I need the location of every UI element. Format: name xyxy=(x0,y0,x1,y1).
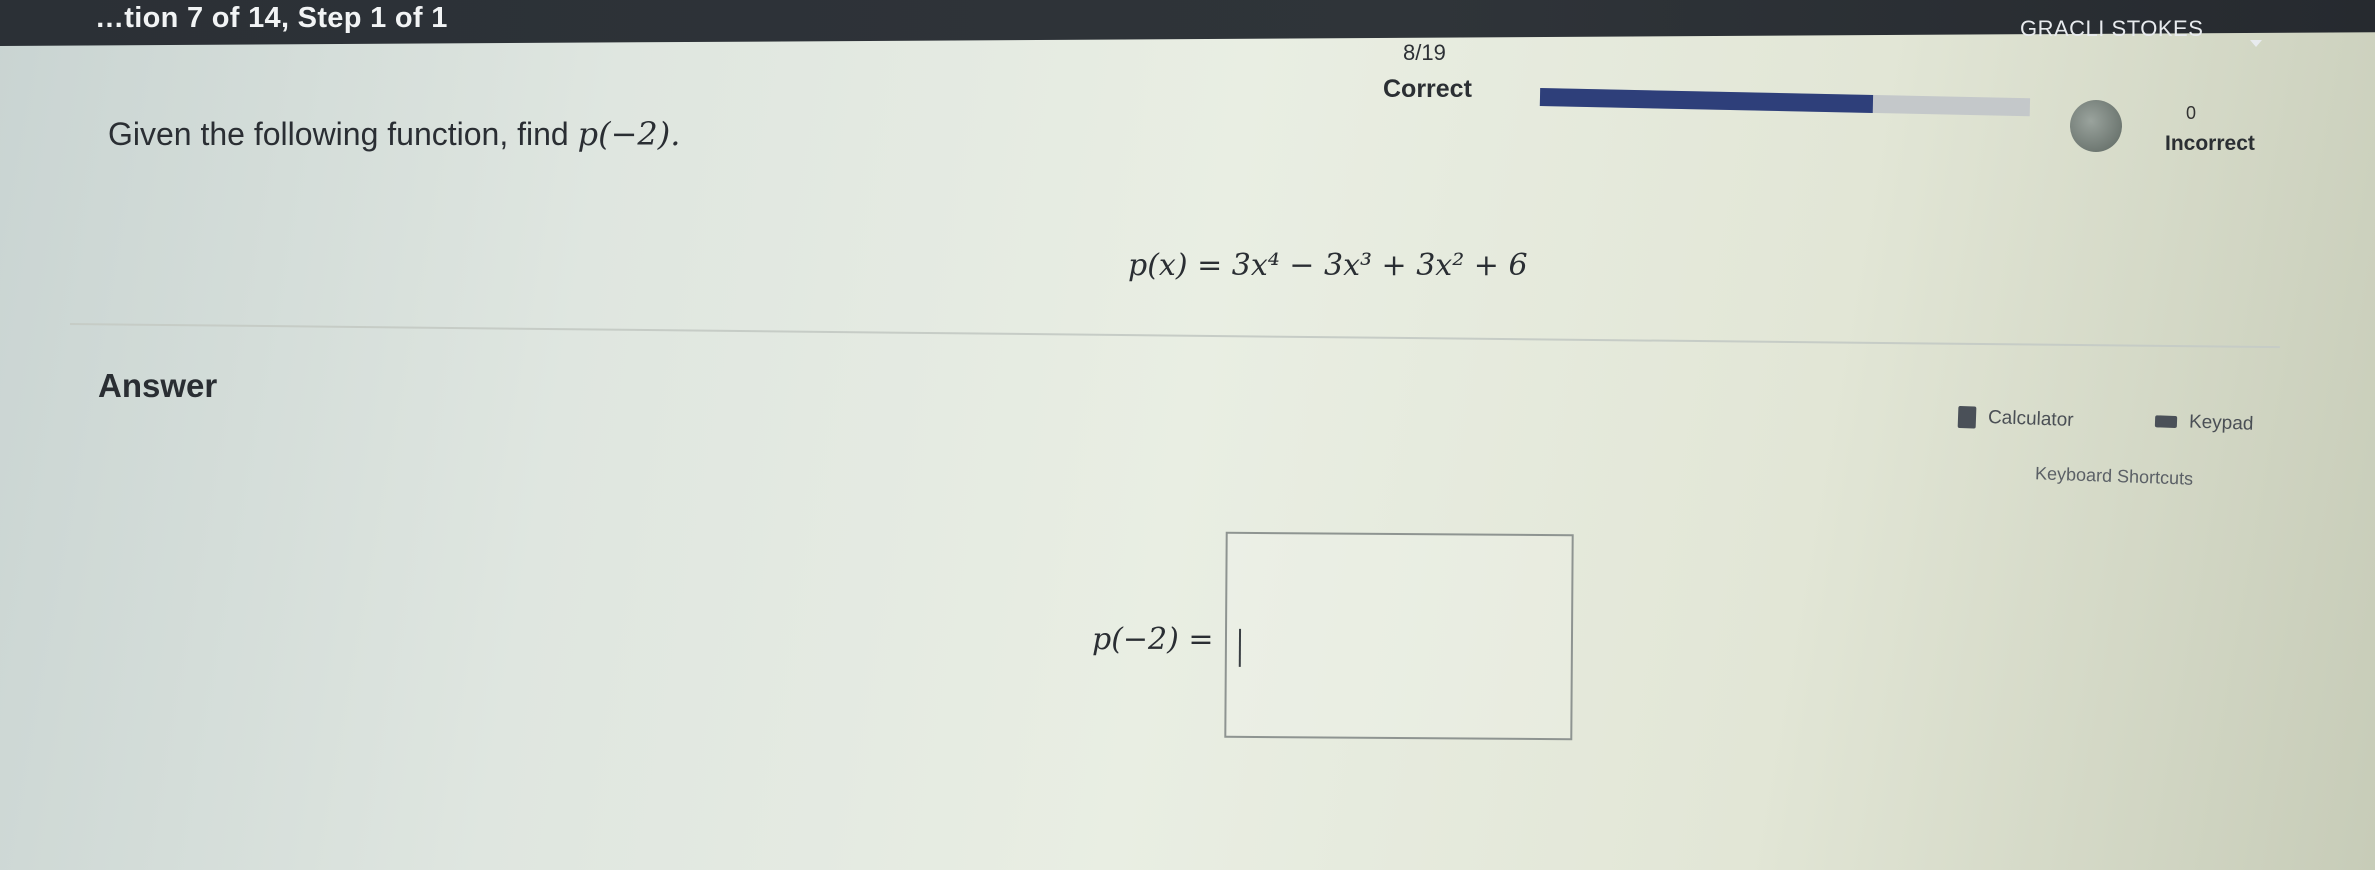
progress-count: 8/19 xyxy=(1403,40,1446,65)
keyboard-icon xyxy=(2154,415,2178,429)
question-step-title: …tion 7 of 14, Step 1 of 1 xyxy=(95,2,448,34)
text-caret xyxy=(1238,628,1242,667)
calculator-button[interactable]: Calculator xyxy=(1957,405,2074,432)
calculator-icon xyxy=(1957,405,1977,429)
incorrect-indicator-icon xyxy=(2070,100,2122,152)
progress-bar xyxy=(1539,88,2031,117)
question-prompt-math: p(−2). xyxy=(577,115,681,153)
function-definition: p(x) = 3x⁴ − 3x³ + 3x² + 6 xyxy=(1128,248,1528,283)
incorrect-label: Incorrect xyxy=(2165,132,2255,155)
question-prompt: Given the following function, find p(−2)… xyxy=(108,115,680,153)
correct-label: Correct xyxy=(1383,75,1472,103)
incorrect-count: 0 xyxy=(2186,103,2197,123)
calculator-label: Calculator xyxy=(1987,407,2074,432)
keyboard-shortcuts-link[interactable]: Keyboard Shortcuts xyxy=(2035,463,2194,490)
keypad-label: Keypad xyxy=(2188,411,2254,435)
keypad-button[interactable]: Keypad xyxy=(2154,410,2254,435)
progress-bar-fill xyxy=(1539,88,1874,113)
chevron-down-icon[interactable] xyxy=(2250,40,2262,47)
question-prompt-text: Given the following function, find xyxy=(108,116,578,152)
user-menu[interactable]: GRACLI STOKES xyxy=(2020,16,2203,42)
section-divider xyxy=(69,323,2280,349)
answer-input[interactable] xyxy=(1224,531,1574,741)
answer-heading: Answer xyxy=(98,367,218,404)
answer-input-label: p(−2) = xyxy=(1092,622,1214,657)
